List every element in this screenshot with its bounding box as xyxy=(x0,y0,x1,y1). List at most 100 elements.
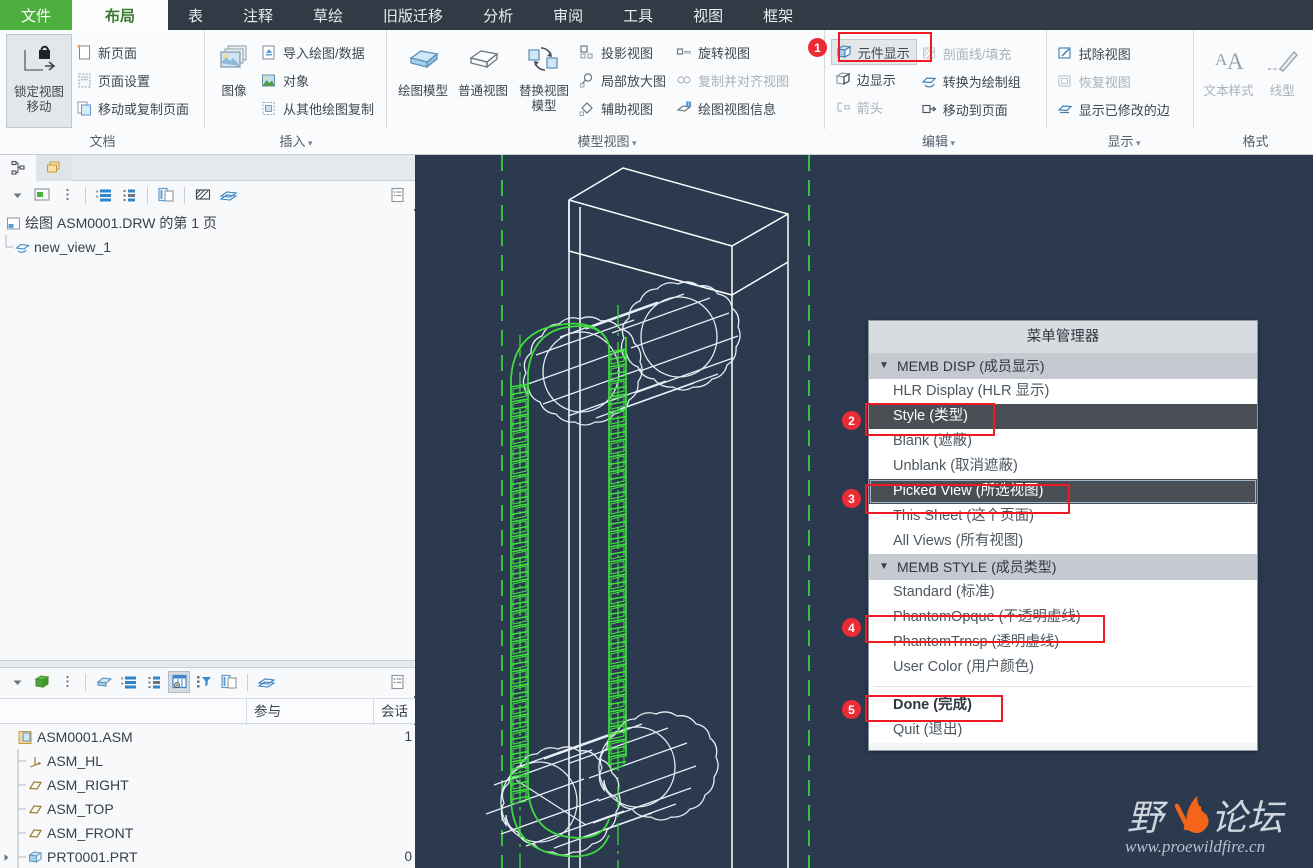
model-filters-caret[interactable] xyxy=(6,671,28,693)
move-to-sheet-button[interactable]: 移动到页面 xyxy=(917,95,1027,123)
datum-plane-icon xyxy=(26,800,44,818)
menu-item[interactable]: Picked View (所选视图) xyxy=(869,479,1257,504)
menu-item[interactable]: User Color (用户颜色) xyxy=(869,655,1257,680)
edit-col-b: 剖面线/填充 转换为绘制组 移动到页面 xyxy=(917,34,1027,123)
ribbon-tab-10[interactable]: 框架 xyxy=(743,0,813,30)
model-tree-row[interactable]: ASM0001.ASM xyxy=(0,725,415,749)
lock-view-movement-button[interactable]: 锁定视图 移动 xyxy=(6,34,72,128)
ribbon-group-format: A A 文本样式 线型 xyxy=(1192,30,1313,129)
show-modified-edges-button[interactable]: 显示已修改的边 xyxy=(1053,95,1176,123)
tree-filters-caret[interactable] xyxy=(6,184,28,206)
text-style-button[interactable]: A A 文本样式 xyxy=(1200,34,1257,128)
model-tree-row[interactable]: ASM_TOP xyxy=(0,797,415,821)
import-drawing-icon xyxy=(260,43,278,61)
menu-item[interactable]: PhantomTrnsp (透明虚线) xyxy=(869,630,1257,655)
convert-to-draft-group-button[interactable]: 转换为绘制组 xyxy=(917,67,1027,95)
model-tree-row[interactable]: ASM_FRONT xyxy=(0,821,415,845)
ribbon-tab-7[interactable]: 审阅 xyxy=(533,0,603,30)
menu-item[interactable]: Quit (退出) xyxy=(869,718,1257,743)
ribbon-tab-9[interactable]: 视图 xyxy=(673,0,743,30)
revolved-view-button[interactable]: 旋转视图 xyxy=(672,38,795,66)
ribbon-tab-2[interactable]: 表 xyxy=(168,0,223,30)
tree-list-button[interactable] xyxy=(93,184,115,206)
line-style-button[interactable]: 线型 xyxy=(1257,34,1307,128)
projection-view-button[interactable]: 投影视图 xyxy=(575,38,672,66)
ribbon-tab-5[interactable]: 旧版迁移 xyxy=(363,0,463,30)
ribbon-tab-0[interactable]: 文件 xyxy=(0,0,72,30)
move-copy-sheet-button[interactable]: 移动或复制页面 xyxy=(72,94,195,122)
import-drawing-button[interactable]: 导入绘图/数据 xyxy=(257,38,380,66)
model-tree-label: ASM_HL xyxy=(47,753,104,769)
ribbon-tab-3[interactable]: 注释 xyxy=(223,0,293,30)
ribbon-tab-8[interactable]: 工具 xyxy=(603,0,673,30)
panel-splitter[interactable] xyxy=(0,660,415,668)
detailed-view-icon xyxy=(578,71,596,89)
menu-item[interactable]: Standard (标准) xyxy=(869,580,1257,605)
menu-item[interactable]: Blank (遮蔽) xyxy=(869,429,1257,454)
copy-align-view-button[interactable]: 复制并对齐视图 xyxy=(672,66,795,94)
ribbon-tab-6[interactable]: 分析 xyxy=(463,0,533,30)
menu-item[interactable]: All Views (所有视图) xyxy=(869,529,1257,554)
menu-item[interactable]: Style (类型) xyxy=(869,404,1257,429)
resume-view-button[interactable]: 恢复视图 xyxy=(1053,67,1176,95)
model-toolbar-divider-2 xyxy=(247,673,248,691)
model-tree-row[interactable]: PRT0001.PRT xyxy=(0,845,415,868)
general-view-button[interactable]: 普通视图 xyxy=(453,34,513,128)
sheet-properties-button[interactable] xyxy=(155,184,177,206)
model-tree-row[interactable]: ASM_RIGHT xyxy=(0,773,415,797)
menu-item[interactable]: This Sheet (这个页面) xyxy=(869,504,1257,529)
model-filter-button[interactable] xyxy=(193,671,215,693)
model-display-button[interactable] xyxy=(31,671,53,693)
image-button[interactable]: 图像 xyxy=(211,34,257,128)
hatch-button[interactable] xyxy=(192,184,214,206)
model-layers-button[interactable] xyxy=(255,671,277,693)
sheet-setup-button[interactable]: 页面设置 xyxy=(72,66,195,94)
layers-button[interactable] xyxy=(217,184,239,206)
expand-arrow-icon[interactable] xyxy=(0,853,13,862)
tree-display-button[interactable] xyxy=(31,184,53,206)
tree-compact-button[interactable] xyxy=(118,184,140,206)
model-compact-button[interactable] xyxy=(143,671,165,693)
substitute-view-model-button[interactable]: 替换视图 模型 xyxy=(513,34,575,128)
ribbon-tab-4[interactable]: 草绘 xyxy=(293,0,363,30)
edge-display-button[interactable]: 边显示 xyxy=(831,65,917,93)
menu-item[interactable]: Unblank (取消遮蔽) xyxy=(869,454,1257,479)
new-sheet-button[interactable]: 新页面 xyxy=(72,38,195,66)
model-view-button[interactable] xyxy=(93,671,115,693)
menu-section-header[interactable]: ▼ MEMB STYLE (成员类型) xyxy=(869,554,1257,580)
tree-columns-button[interactable] xyxy=(387,184,409,206)
model-tree-columns-button[interactable] xyxy=(387,671,409,693)
object-button[interactable]: 对象 xyxy=(257,66,380,94)
menu-item[interactable]: Done (完成) xyxy=(869,693,1257,718)
svg-text:论坛: 论坛 xyxy=(1211,798,1287,838)
auxiliary-view-button[interactable]: 辅助视图 xyxy=(575,94,672,122)
erase-view-button[interactable]: 拭除视图 xyxy=(1053,39,1176,67)
ribbon-tab-1[interactable]: 布局 xyxy=(72,0,168,30)
menu-item[interactable]: HLR Display (HLR 显示) xyxy=(869,379,1257,404)
model-properties-button[interactable] xyxy=(218,671,240,693)
ribbon-group-insert: 图像 导入绘图/数据 对象 从其他绘图复制 xyxy=(204,30,386,129)
drawing-tree-tab[interactable] xyxy=(0,155,36,181)
model-list-button[interactable] xyxy=(118,671,140,693)
tree-options-button[interactable] xyxy=(56,184,78,206)
detailed-view-button[interactable]: 局部放大图 xyxy=(575,66,672,94)
hatch-fill-button[interactable]: 剖面线/填充 xyxy=(917,39,1027,67)
arrows-button[interactable]: 箭头 xyxy=(831,93,917,121)
drawing-tree-row[interactable]: new_view_1 xyxy=(0,235,415,259)
model-options-button[interactable] xyxy=(56,671,78,693)
model-tree-row[interactable]: ASM_HL xyxy=(0,749,415,773)
component-display-button[interactable]: 元件显示 xyxy=(830,39,917,65)
menu-section-header[interactable]: ▼ MEMB DISP (成员显示) xyxy=(869,353,1257,379)
layers-tab[interactable] xyxy=(36,155,72,181)
drawing-view-info-button[interactable]: i 绘图视图信息 xyxy=(672,94,795,122)
copy-from-other-drawing-button[interactable]: 从其他绘图复制 xyxy=(257,94,380,122)
model-columns-button[interactable] xyxy=(168,671,190,693)
drawing-view-info-label: 绘图视图信息 xyxy=(698,101,777,117)
drawing-model-button[interactable]: 绘图模型 xyxy=(393,34,453,128)
menu-item[interactable]: PhantomOpque (不透明虚线) xyxy=(869,605,1257,630)
group-label-display: 显示 ▾ xyxy=(1107,134,1141,149)
import-drawing-label: 导入绘图/数据 xyxy=(282,45,365,61)
component-display-icon xyxy=(835,43,853,61)
model-toolbar-divider xyxy=(85,673,86,691)
drawing-tree-row[interactable]: 绘图 ASM0001.DRW 的第 1 页 xyxy=(0,211,415,235)
